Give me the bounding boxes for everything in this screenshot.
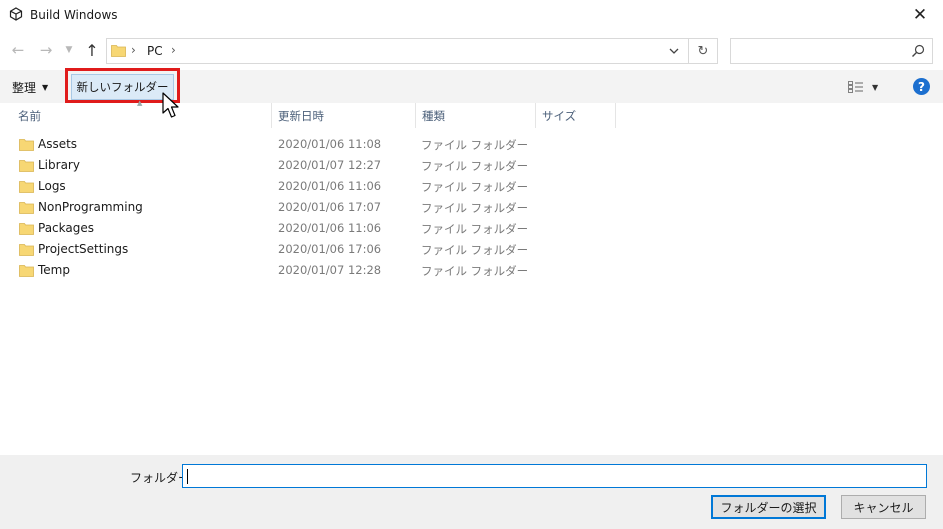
file-modified: 2020/01/06 17:06 xyxy=(278,242,382,256)
file-row[interactable]: Packages 2020/01/06 11:06 ファイル フォルダー xyxy=(14,218,614,239)
close-icon: ✕ xyxy=(912,5,928,25)
chevron-right-icon[interactable]: › xyxy=(171,43,176,57)
forward-arrow-icon: → xyxy=(39,41,53,59)
file-type: ファイル フォルダー xyxy=(421,243,529,257)
folder-icon xyxy=(111,45,126,57)
file-row[interactable]: NonProgramming 2020/01/06 17:07 ファイル フォル… xyxy=(14,197,614,218)
file-row[interactable]: Temp 2020/01/07 12:28 ファイル フォルダー xyxy=(14,260,614,281)
organize-label: 整理 xyxy=(12,80,37,95)
close-button[interactable]: ✕ xyxy=(897,0,943,30)
file-modified: 2020/01/06 17:07 xyxy=(278,200,382,214)
folder-icon xyxy=(19,181,34,193)
folder-icon xyxy=(19,265,34,277)
view-options-icon xyxy=(848,81,863,93)
refresh-icon: ↻ xyxy=(697,43,709,59)
file-modified: 2020/01/07 12:28 xyxy=(278,263,382,277)
select-folder-button[interactable]: フォルダーの選択 xyxy=(711,495,826,519)
file-name: NonProgramming xyxy=(38,200,143,214)
folder-icon xyxy=(19,244,34,256)
file-row[interactable]: Library 2020/01/07 12:27 ファイル フォルダー xyxy=(14,155,614,176)
footer-panel: フォルダー: フォルダーの選択 キャンセル xyxy=(0,455,943,529)
folder-icon xyxy=(19,139,34,151)
folder-icon xyxy=(19,202,34,214)
file-name: Library xyxy=(38,158,80,172)
file-type: ファイル フォルダー xyxy=(421,201,529,215)
file-type: ファイル フォルダー xyxy=(421,264,529,278)
column-name[interactable]: 名前 xyxy=(12,103,271,128)
file-type: ファイル フォルダー xyxy=(421,138,529,152)
window-title: Build Windows xyxy=(30,8,118,22)
unity-icon xyxy=(9,7,23,21)
folder-icon xyxy=(19,223,34,235)
title-bar: Build Windows ✕ xyxy=(0,0,943,30)
file-name: Logs xyxy=(38,179,66,193)
view-options-button[interactable]: ▼ xyxy=(848,79,878,95)
recent-locations-icon: ▼ xyxy=(65,45,73,55)
refresh-button[interactable]: ↻ xyxy=(690,41,716,61)
column-header-row: ▲ 名前 更新日時 種類 サイズ xyxy=(0,99,943,128)
back-arrow-icon: ← xyxy=(11,41,25,59)
file-row[interactable]: Logs 2020/01/06 11:06 ファイル フォルダー xyxy=(14,176,614,197)
address-divider xyxy=(688,39,689,63)
search-input[interactable] xyxy=(730,38,933,64)
column-size[interactable]: サイズ xyxy=(536,103,615,128)
address-history-button[interactable] xyxy=(662,41,686,61)
file-type: ファイル フォルダー xyxy=(421,222,529,236)
up-arrow-icon: ↑ xyxy=(85,40,99,60)
file-name: Assets xyxy=(38,137,78,151)
chevron-down-icon xyxy=(669,48,679,54)
chevron-right-icon: › xyxy=(131,43,136,57)
file-name: Packages xyxy=(38,221,94,235)
organize-button[interactable]: 整理 ▼ xyxy=(12,77,48,97)
caret-down-icon: ▼ xyxy=(872,82,879,92)
recent-locations-button[interactable]: ▼ xyxy=(62,39,76,61)
back-button[interactable]: ← xyxy=(8,39,28,61)
forward-button[interactable]: → xyxy=(36,39,56,61)
file-type: ファイル フォルダー xyxy=(421,180,529,194)
file-name: Temp xyxy=(38,263,70,277)
folder-icon xyxy=(19,160,34,172)
caret-down-icon: ▼ xyxy=(42,82,49,92)
folder-name-input[interactable] xyxy=(182,464,927,488)
column-divider[interactable] xyxy=(615,103,616,128)
file-row[interactable]: Assets 2020/01/06 11:08 ファイル フォルダー xyxy=(14,134,614,155)
breadcrumb-pc[interactable]: PC xyxy=(147,44,163,58)
search-icon xyxy=(912,44,925,57)
new-folder-button[interactable]: 新しいフォルダー xyxy=(71,74,174,100)
up-button[interactable]: ↑ xyxy=(82,39,102,61)
text-caret xyxy=(187,469,188,484)
file-modified: 2020/01/06 11:08 xyxy=(278,137,382,151)
navigation-bar: ← → ▼ ↑ › PC › ↻ xyxy=(0,30,943,70)
file-name: ProjectSettings xyxy=(38,242,129,256)
address-bar[interactable]: › PC › ↻ xyxy=(106,38,718,64)
file-modified: 2020/01/06 11:06 xyxy=(278,221,382,235)
file-modified: 2020/01/06 11:06 xyxy=(278,179,382,193)
column-modified[interactable]: 更新日時 xyxy=(272,103,415,128)
file-row[interactable]: ProjectSettings 2020/01/06 17:06 ファイル フォ… xyxy=(14,239,614,260)
column-type[interactable]: 種類 xyxy=(416,103,535,128)
file-modified: 2020/01/07 12:27 xyxy=(278,158,382,172)
cancel-button[interactable]: キャンセル xyxy=(841,495,926,519)
help-icon[interactable]: ? xyxy=(913,78,930,95)
file-type: ファイル フォルダー xyxy=(421,159,529,173)
